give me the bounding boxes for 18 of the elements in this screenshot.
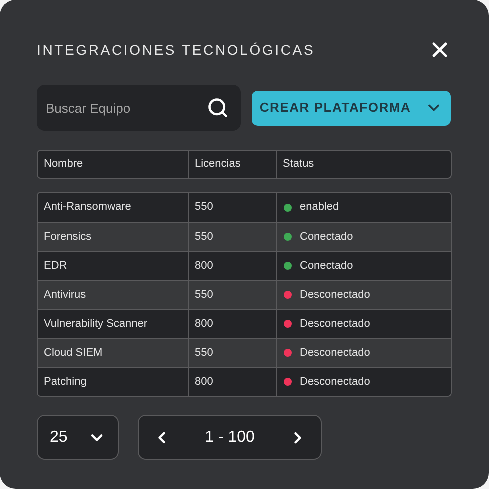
page-size-select[interactable]: 25 [37,415,119,460]
status-text: Desconectado [300,316,370,332]
column-header: Licencias [189,151,277,178]
table-cell: Patching [38,368,189,396]
page-range: 1 - 100 [205,428,255,448]
status-text: Desconectado [300,374,370,390]
column-header: Nombre [38,151,189,178]
status-text: enabled [300,200,340,216]
dialog-title: INTEGRACIONES TECNOLÓGICAS [37,40,316,60]
column-header: Status [282,157,316,172]
search-field[interactable]: Buscar Equipo [37,85,241,131]
create-button[interactable]: CREAR PLATAFORMA [252,90,451,126]
table-cell: 800 [189,368,277,396]
status-text: Conectado [300,230,354,245]
search-icon[interactable] [207,97,229,119]
status-text: Desconectado [300,288,370,303]
status-text: Conectado [300,258,354,274]
status-text: Desconectado [300,346,370,361]
